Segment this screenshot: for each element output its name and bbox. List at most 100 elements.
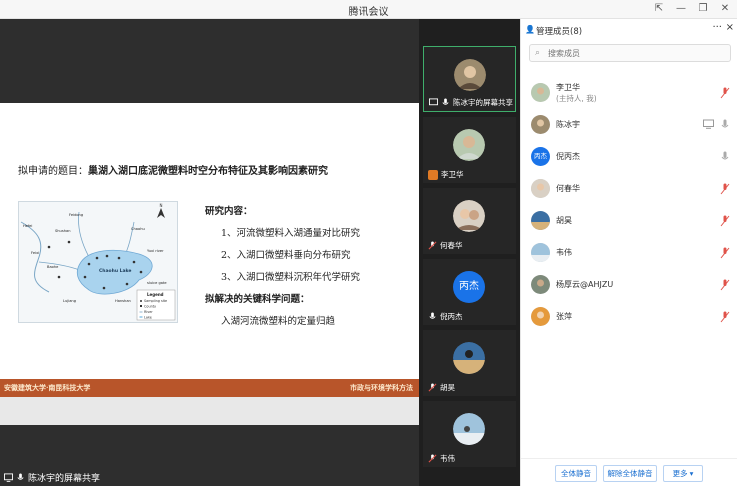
map-label-sluice: sluice gate <box>147 281 167 285</box>
screen-share-icon <box>4 473 13 482</box>
research-item-2: 2、入湖口微塑料垂向分布研究 <box>221 250 351 261</box>
pin-icon[interactable]: ⇱ <box>653 2 665 16</box>
person-icon: 👤 <box>525 25 535 34</box>
avatar <box>531 83 550 102</box>
mic-icon[interactable] <box>720 151 730 163</box>
avatar <box>453 342 485 374</box>
member-row[interactable]: 李卫华 (主持人, 我) <box>521 77 737 109</box>
video-tile[interactable]: 何春华 <box>423 188 516 254</box>
mic-muted-icon <box>428 241 437 250</box>
mic-muted-icon <box>428 454 437 463</box>
member-name: 何春华 <box>556 184 580 193</box>
video-tile[interactable]: 韦伟 <box>423 401 516 467</box>
member-name: 胡昊 <box>556 216 572 225</box>
footer-left-text: 安徽建筑大学·南昆科技大学 <box>4 383 91 392</box>
tile-name: 胡昊 <box>428 382 455 393</box>
mic-icon <box>17 473 24 480</box>
member-name: 张萍 <box>556 312 572 321</box>
footer-right-text: 市政与环境学科方法 <box>350 383 413 392</box>
slide-title: 拟申请的题目：巢湖入湖口底泥微塑料时空分布特征及其影响因素研究 <box>18 162 328 177</box>
video-tile[interactable]: 李卫华 <box>423 117 516 183</box>
host-badge-icon <box>428 169 438 180</box>
mic-muted-icon[interactable] <box>720 215 730 227</box>
search-icon: ⌕ <box>535 48 541 58</box>
panel-header: 👤 管理成员(8) ··· × <box>521 19 737 41</box>
map-label-baohe: Baohe <box>47 265 59 269</box>
member-row[interactable]: 韦伟 <box>521 237 737 269</box>
sharer-name: 陈冰宇的屏幕共享 <box>28 474 101 484</box>
screen-share-icon <box>703 119 714 129</box>
map-label-feidong: Feidong <box>69 213 83 217</box>
member-row[interactable]: 张萍 <box>521 301 737 333</box>
mic-muted-icon[interactable] <box>720 183 730 195</box>
mute-all-button[interactable]: 全体静音 <box>555 465 597 482</box>
mic-muted-icon[interactable] <box>720 279 730 291</box>
video-tile[interactable]: 陈冰宇的屏幕共享 <box>423 46 516 112</box>
video-tile[interactable]: 丙杰 倪丙杰 <box>423 259 516 325</box>
legend-item-lake: Lake <box>144 316 152 320</box>
search-input[interactable] <box>548 47 726 60</box>
tile-name: 李卫华 <box>428 169 464 180</box>
mic-muted-icon <box>428 383 437 392</box>
screen-share-icon <box>429 98 438 106</box>
shared-screen-area: 拟申请的题目：巢湖入湖口底泥微塑料时空分布特征及其影响因素研究 Hefei Fe… <box>0 19 419 486</box>
mic-icon[interactable] <box>720 119 730 131</box>
tile-name: 韦伟 <box>428 453 455 464</box>
video-tile-column: 陈冰宇的屏幕共享 李卫华 何春华 丙杰 倪丙杰 胡昊 韦伟 <box>419 19 520 486</box>
avatar: 丙杰 <box>453 271 485 303</box>
unmute-all-button[interactable]: 解除全体静音 <box>603 465 657 482</box>
section-key-problem: 拟解决的关键科学问题： <box>205 294 310 305</box>
member-name: 李卫华 <box>556 83 580 92</box>
avatar <box>453 129 485 161</box>
member-search[interactable]: ⌕ <box>529 44 731 62</box>
title-bar: 腾讯会议 ⇱ — ❐ ✕ <box>0 0 737 19</box>
avatar <box>531 307 550 326</box>
map-label-yuxi: Yuxi river <box>147 249 164 253</box>
video-tile[interactable]: 胡昊 <box>423 330 516 396</box>
map-label-shushan: Shushan <box>55 229 70 233</box>
research-item-3: 3、入湖口微塑料沉积年代学研究 <box>221 272 361 283</box>
member-row[interactable]: 胡昊 <box>521 205 737 237</box>
member-name: 倪丙杰 <box>556 152 580 161</box>
member-row[interactable]: 杨厚云@AHJZU <box>521 269 737 301</box>
avatar <box>453 413 485 445</box>
member-name: 韦伟 <box>556 248 572 257</box>
slide-title-main: 巢湖入湖口底泥微塑料时空分布特征及其影响因素研究 <box>88 166 328 177</box>
study-area-map: Hefei Feidong Feixi Shushan Baohe Chaohu… <box>18 201 178 323</box>
window-title: 腾讯会议 <box>348 7 389 18</box>
sharer-label: 陈冰宇的屏幕共享 <box>4 471 100 484</box>
maximize-icon[interactable]: ❐ <box>697 2 709 16</box>
tile-name: 何春华 <box>428 240 463 251</box>
svg-text:N: N <box>160 203 163 208</box>
avatar <box>531 211 550 230</box>
member-row[interactable]: 何春华 <box>521 173 737 205</box>
key-problem-text: 入湖河流微塑料的定量归趋 <box>221 316 336 327</box>
legend-item-county: County <box>144 305 156 309</box>
legend-title: Legend <box>147 292 164 297</box>
member-row[interactable]: 陈冰宇 <box>521 109 737 141</box>
map-lake-label: Chaohu Lake <box>99 268 131 274</box>
member-role: (主持人, 我) <box>556 94 597 103</box>
member-name: 杨厚云@AHJZU <box>556 280 614 289</box>
mic-muted-icon[interactable] <box>720 87 730 99</box>
member-row[interactable]: 丙杰 倪丙杰 <box>521 141 737 173</box>
close-icon[interactable]: ✕ <box>719 2 731 16</box>
mic-icon <box>442 98 449 105</box>
mic-muted-icon[interactable] <box>720 311 730 323</box>
map-label-chaohu: Chaohu <box>131 227 145 231</box>
tile-name: 陈冰宇的屏幕共享 <box>429 97 513 108</box>
legend-item-river: River <box>144 310 153 314</box>
map-label-lujiang: Lujiang <box>63 299 76 303</box>
slide-footer-band: 安徽建筑大学·南昆科技大学 市政与环境学科方法 <box>0 379 419 397</box>
map-label-hefei: Hefei <box>23 224 32 228</box>
mic-muted-icon[interactable] <box>720 247 730 259</box>
more-options-icon[interactable]: ··· <box>712 22 722 33</box>
minimize-icon[interactable]: — <box>675 2 687 16</box>
panel-close-icon[interactable]: × <box>726 22 734 33</box>
avatar <box>454 59 486 91</box>
more-button[interactable]: 更多 ▾ <box>663 465 703 482</box>
tile-name: 倪丙杰 <box>428 311 463 322</box>
section-research-content: 研究内容： <box>205 206 253 217</box>
panel-actions: 全体静音 解除全体静音 更多 ▾ <box>521 458 737 486</box>
slide-bottom-strip <box>0 397 419 425</box>
